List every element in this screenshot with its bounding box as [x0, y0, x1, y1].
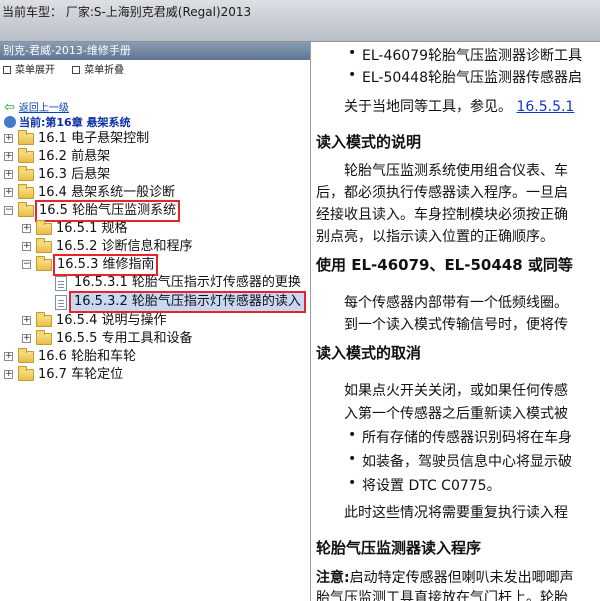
manual-title-bar: 别克-君威-2013-维修手册: [0, 42, 310, 60]
content-pane: EL-46079轮胎气压监测器诊断工具 EL-50448轮胎气压监测器传感器启 …: [312, 42, 600, 601]
tree-item-16-1[interactable]: + 16.1 电子悬架控制: [0, 130, 300, 148]
folder-icon: [18, 130, 34, 145]
heading-using-tools: 使用 EL-46079、EL-50448 或同等: [316, 256, 573, 274]
expand-plus-icon[interactable]: +: [22, 242, 31, 251]
bullet-item-3: 将设置 DTC C0775。: [348, 475, 501, 495]
vehicle-title: 当前车型： 厂家:S-上海别克君威(Regal)2013: [2, 5, 252, 19]
back-link[interactable]: ⇦ 返回上一级: [4, 99, 69, 115]
folder-icon: [18, 166, 34, 181]
tree-item-16-4[interactable]: + 16.4 悬架系统一般诊断: [0, 184, 300, 202]
tool-item-1: EL-46079轮胎气压监测器诊断工具: [348, 45, 582, 65]
expand-plus-icon[interactable]: +: [4, 152, 13, 161]
expand-plus-icon[interactable]: +: [4, 352, 13, 361]
expand-square-icon: [3, 66, 11, 74]
heading-learn-procedure: 轮胎气压监测器读入程序: [316, 539, 482, 557]
paragraph-2-line-2: 到一个读入模式传输信号时，便将传: [344, 317, 568, 333]
tree-item-16-6[interactable]: + 16.6 轮胎和车轮: [0, 348, 300, 366]
tree-item-16-3[interactable]: + 16.3 后悬架: [0, 166, 300, 184]
collapse-square-icon: [72, 66, 81, 74]
paragraph-2-line-1: 每个传感器内部带有一个低频线圈。: [344, 295, 568, 311]
navigation-pane: 别克-君威-2013-维修手册 菜单展开 菜单折叠 ⇦ 返回上一级 当前:第16章…: [0, 42, 311, 601]
bullet-item-2: 如装备，驾驶员信息中心将显示破: [348, 451, 572, 471]
tree-label-highlighted: 16.5 轮胎气压监测系统: [34, 200, 181, 222]
document-icon: [55, 295, 67, 310]
paragraph-4: 此时这些情况将需要重复执行读入程: [344, 505, 568, 521]
collapse-minus-icon[interactable]: −: [4, 206, 13, 215]
folder-icon: [18, 348, 34, 363]
tree-item-16-5-1[interactable]: + 16.5.1 规格: [0, 220, 300, 238]
menu-collapse-button[interactable]: 菜单折叠: [72, 65, 124, 76]
paragraph-3-line-2: 入第一个传感器之后重新读入模式被: [344, 406, 568, 422]
paragraph-1-line-2: 后，都必须执行传感器读入程序。一旦启: [316, 185, 568, 201]
folder-icon: [18, 366, 34, 381]
tree-item-16-5-3[interactable]: − 16.5.3 维修指南: [0, 254, 300, 276]
folder-icon: [36, 330, 52, 345]
folder-open-icon: [18, 202, 34, 217]
menu-expand-button[interactable]: 菜单展开: [3, 65, 55, 76]
heading-learn-mode: 读入模式的说明: [316, 133, 422, 151]
folder-icon: [36, 312, 52, 327]
expand-plus-icon[interactable]: +: [4, 188, 13, 197]
folder-open-icon: [36, 256, 52, 271]
note-line-2: 胎气压监测工具直接放在气门杆上。轮胎: [316, 590, 568, 601]
folder-icon: [18, 184, 34, 199]
reference-link[interactable]: 16.5.5.1: [516, 99, 574, 115]
expand-plus-icon[interactable]: +: [4, 170, 13, 179]
chapter-icon: [4, 116, 16, 128]
note-line-1: 注意:启动特定传感器但喇叭未发出唧唧声: [316, 570, 574, 586]
paragraph-1-line-4: 别点亮，以指示读入位置的正确顺序。: [316, 229, 554, 245]
folder-icon: [18, 148, 34, 163]
tree-item-16-5-2[interactable]: + 16.5.2 诊断信息和程序: [0, 238, 300, 256]
tree-label-selected: 16.5.3.2 轮胎气压指示灯传感器的读入: [69, 291, 306, 313]
current-chapter: 当前:第16章 悬架系统: [4, 114, 131, 130]
expand-plus-icon[interactable]: +: [4, 370, 13, 379]
folder-icon: [36, 220, 52, 235]
tree-item-16-7[interactable]: + 16.7 车轮定位: [0, 366, 300, 384]
expand-plus-icon[interactable]: +: [4, 134, 13, 143]
expand-plus-icon[interactable]: +: [22, 334, 31, 343]
collapse-minus-icon[interactable]: −: [22, 260, 31, 269]
tree-item-16-5-4[interactable]: + 16.5.4 说明与操作: [0, 312, 300, 330]
bullet-item-1: 所有存储的传感器识别码将在车身: [348, 427, 572, 447]
tree-item-16-5-3-1[interactable]: 16.5.3.1 轮胎气压指示灯传感器的更换: [0, 274, 308, 292]
tree-item-16-5-3-2[interactable]: 16.5.3.2 轮胎气压指示灯传感器的读入: [0, 291, 308, 313]
back-arrow-icon: ⇦: [4, 100, 15, 115]
tree-item-16-5[interactable]: − 16.5 轮胎气压监测系统: [0, 200, 300, 222]
tree-item-16-2[interactable]: + 16.2 前悬架: [0, 148, 300, 166]
document-icon: [55, 276, 67, 291]
tree-label-highlighted: 16.5.3 维修指南: [52, 254, 159, 276]
note-label: 注意:: [316, 570, 350, 586]
tree-item-16-5-5[interactable]: + 16.5.5 专用工具和设备: [0, 330, 300, 348]
paragraph-1-line-3: 经接收且读入。车身控制模块必须按正确: [316, 207, 568, 223]
menu-controls: 菜单展开 菜单折叠: [0, 60, 310, 82]
reference-line: 关于当地同等工具，参见。 16.5.5.1: [344, 99, 575, 115]
app-header: 当前车型： 厂家:S-上海别克君威(Regal)2013: [0, 0, 600, 42]
tool-item-2: EL-50448轮胎气压监测器传感器启: [348, 67, 582, 87]
folder-icon: [36, 238, 52, 253]
heading-cancel-mode: 读入模式的取消: [316, 344, 422, 362]
expand-plus-icon[interactable]: +: [22, 316, 31, 325]
expand-plus-icon[interactable]: +: [22, 224, 31, 233]
paragraph-1-line-1: 轮胎气压监测系统使用组合仪表、车: [344, 163, 568, 179]
paragraph-3-line-1: 如果点火开关关闭，或如果任何传感: [344, 383, 568, 399]
